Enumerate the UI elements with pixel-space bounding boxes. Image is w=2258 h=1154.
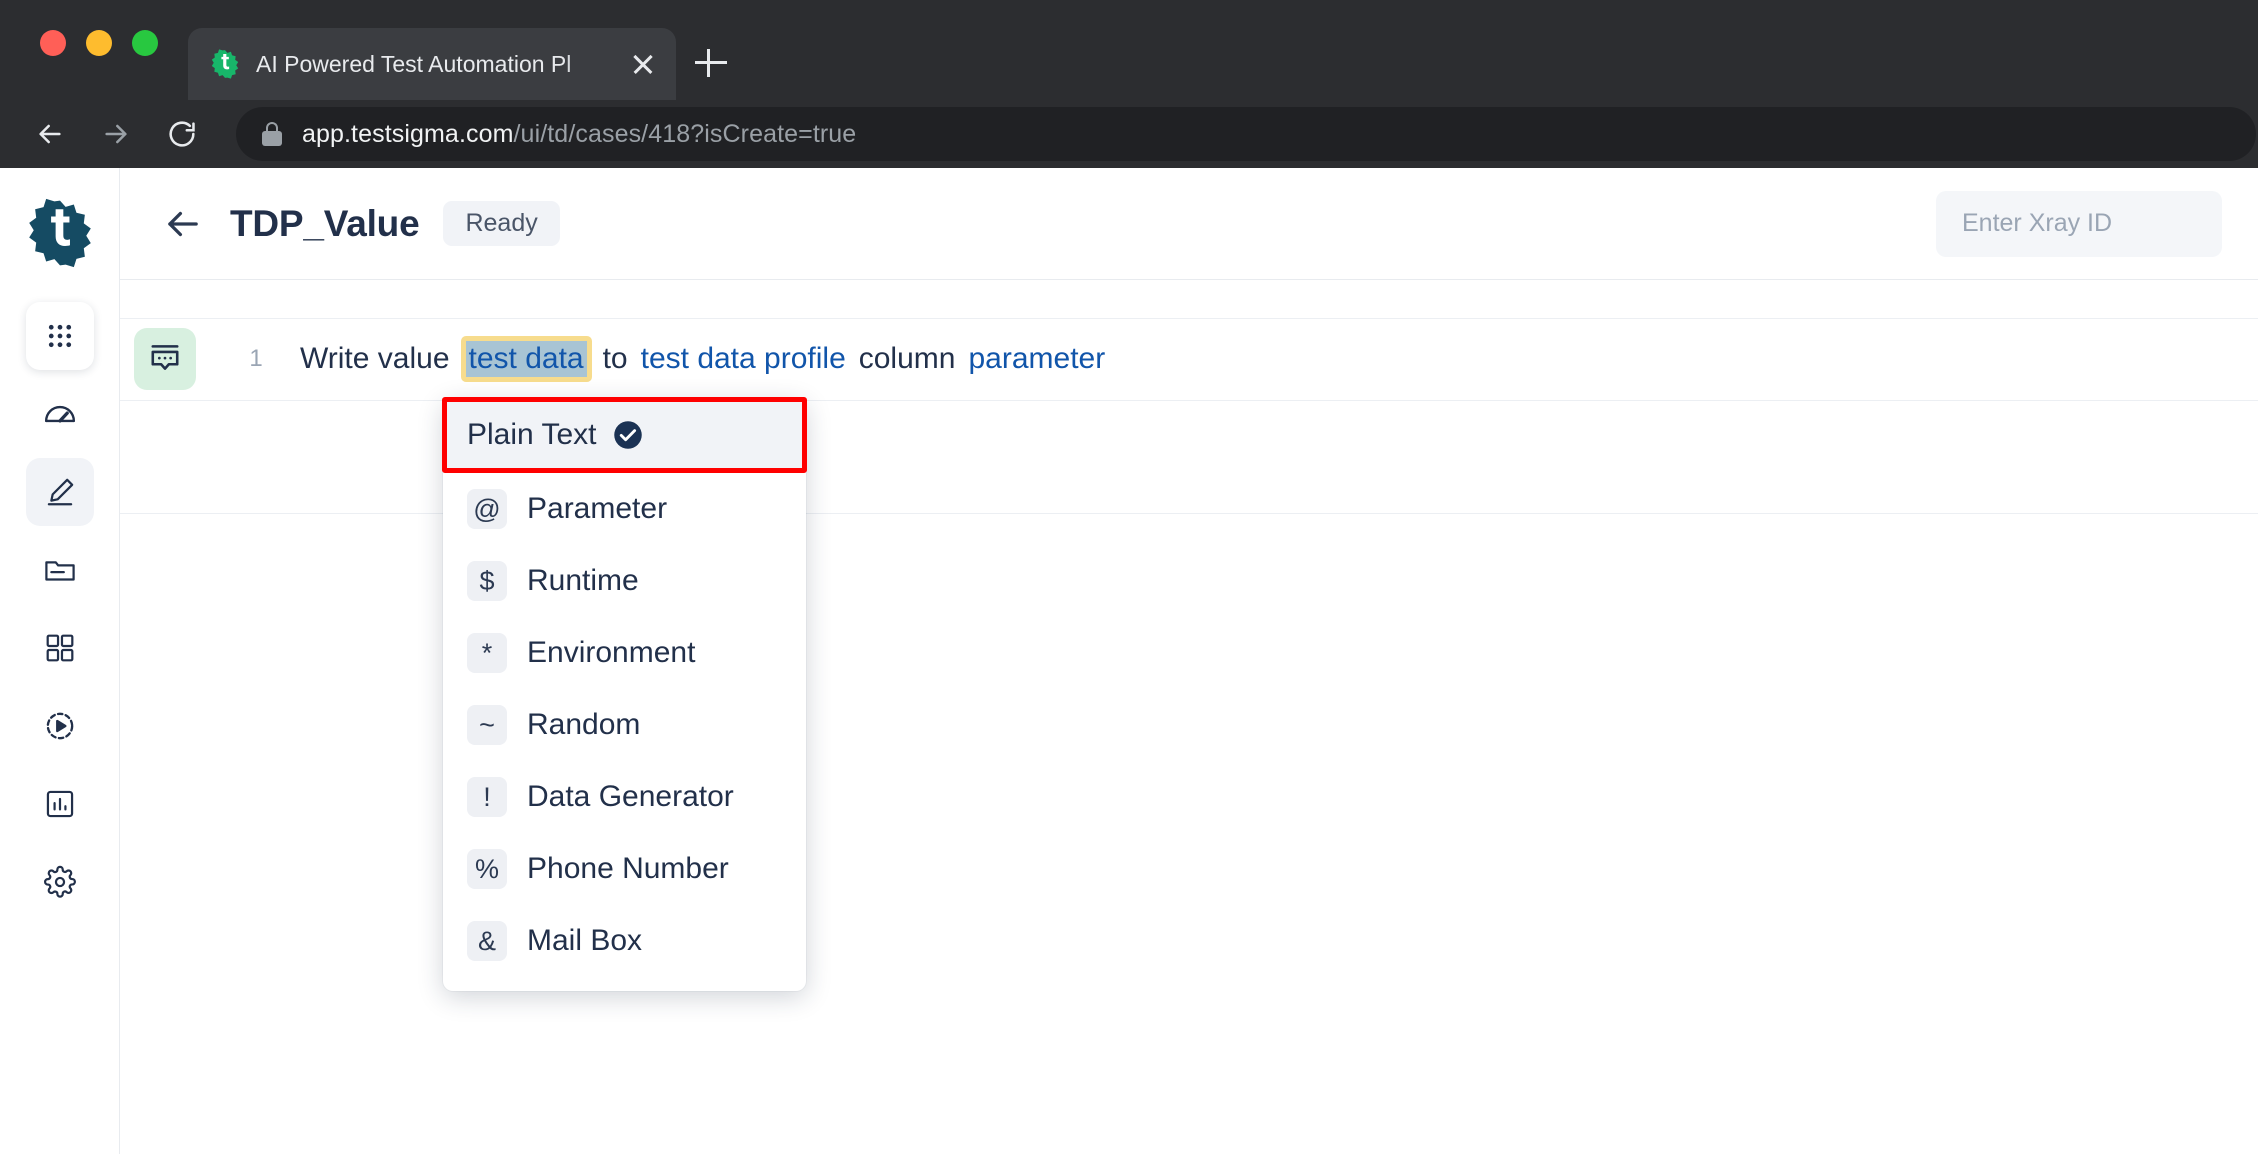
- dropdown-option-label: Plain Text: [467, 418, 597, 451]
- dropdown-option-label: Environment: [527, 636, 696, 669]
- dropdown-option-runtime[interactable]: $ Runtime: [443, 545, 806, 617]
- page-header: TDP_Value Ready: [120, 168, 2258, 280]
- ampersand-symbol-icon: &: [467, 921, 507, 961]
- back-navigation-icon[interactable]: [22, 106, 78, 162]
- window-traffic-lights: [40, 30, 158, 56]
- squares-icon: [44, 632, 76, 664]
- apps-grid-icon: [45, 321, 75, 351]
- bar-chart-icon: [44, 788, 76, 820]
- browser-chrome: AI Powered Test Automation Pl app.testsi…: [0, 0, 2258, 168]
- left-sidebar: [0, 168, 120, 1154]
- step-divider-middle: [120, 400, 2258, 401]
- lock-icon: [262, 122, 282, 146]
- status-badge: Ready: [443, 201, 560, 246]
- percent-symbol-icon: %: [467, 849, 507, 889]
- pencil-icon: [43, 475, 77, 509]
- browser-tabstrip: AI Powered Test Automation Pl: [0, 0, 2258, 100]
- step-divider-bottom: [120, 513, 2258, 514]
- check-circle-icon: [613, 420, 643, 450]
- dropdown-option-parameter[interactable]: @ Parameter: [443, 473, 806, 545]
- gear-icon: [43, 865, 77, 899]
- sidebar-item-apps-grid[interactable]: [25, 302, 94, 370]
- browser-tab[interactable]: AI Powered Test Automation Pl: [188, 28, 676, 100]
- play-circle-icon: [43, 709, 77, 743]
- url-host: app.testsigma.com: [302, 119, 514, 148]
- new-tab-button[interactable]: [692, 44, 730, 82]
- selected-option-highlight-annotation: Plain Text: [442, 397, 807, 473]
- maximize-window-button[interactable]: [132, 30, 158, 56]
- address-bar-url: app.testsigma.com/ui/td/cases/418?isCrea…: [302, 120, 856, 149]
- dropdown-option-label: Random: [527, 708, 641, 741]
- browser-toolbar: app.testsigma.com/ui/td/cases/418?isCrea…: [0, 100, 2258, 168]
- testsigma-logo[interactable]: [25, 198, 95, 268]
- minimize-window-button[interactable]: [86, 30, 112, 56]
- step-index: 1: [249, 345, 263, 372]
- url-path: /ui/td/cases/418?isCreate=true: [513, 119, 857, 148]
- main-content: TDP_Value Ready 1: [120, 168, 2258, 1154]
- step-natural-language-text: Write value test data to test data profi…: [300, 336, 1105, 382]
- test-steps-area: 1 Write value test data to test data pro…: [120, 280, 2258, 1154]
- forward-navigation-icon[interactable]: [88, 106, 144, 162]
- step-token-column: column: [858, 342, 956, 375]
- at-symbol-icon: @: [467, 489, 507, 529]
- dropdown-option-phone-number[interactable]: % Phone Number: [443, 833, 806, 905]
- reload-icon[interactable]: [154, 106, 210, 162]
- xray-id-input[interactable]: [1936, 190, 2222, 257]
- dropdown-option-label: Phone Number: [527, 852, 729, 885]
- dropdown-option-data-generator[interactable]: ! Data Generator: [443, 761, 806, 833]
- test-step-row[interactable]: 1 Write value test data to test data pro…: [120, 318, 2258, 400]
- step-token-test-data-profile[interactable]: test data profile: [641, 342, 846, 376]
- close-tab-icon[interactable]: [628, 49, 658, 79]
- dropdown-option-mail-box[interactable]: & Mail Box: [443, 905, 806, 977]
- asterisk-symbol-icon: *: [467, 633, 507, 673]
- natural-language-step-icon: [134, 328, 196, 390]
- application-window: TDP_Value Ready 1: [0, 168, 2258, 1154]
- exclamation-symbol-icon: !: [467, 777, 507, 817]
- step-token-parameter[interactable]: parameter: [968, 342, 1105, 376]
- test-data-type-dropdown: Plain Text @ Parameter $ Runtime * Envir…: [442, 397, 807, 991]
- browser-tab-title: AI Powered Test Automation Pl: [256, 50, 572, 77]
- dollar-symbol-icon: $: [467, 561, 507, 601]
- sidebar-item-test-data[interactable]: [26, 536, 94, 604]
- step-token-test-data[interactable]: test data: [460, 336, 592, 382]
- sidebar-item-settings[interactable]: [26, 848, 94, 916]
- page-title: TDP_Value: [230, 202, 420, 244]
- speedometer-icon: [42, 396, 78, 432]
- sidebar-item-test-suites[interactable]: [26, 614, 94, 682]
- sidebar-item-dashboard[interactable]: [26, 380, 94, 448]
- sidebar-item-test-cases[interactable]: [25, 458, 94, 526]
- dropdown-option-label: Data Generator: [527, 780, 734, 813]
- dropdown-option-environment[interactable]: * Environment: [443, 617, 806, 689]
- close-window-button[interactable]: [40, 30, 66, 56]
- step-token-to: to: [602, 342, 628, 375]
- address-bar[interactable]: app.testsigma.com/ui/td/cases/418?isCrea…: [236, 107, 2256, 161]
- testsigma-favicon: [210, 49, 240, 79]
- sidebar-item-reports[interactable]: [26, 770, 94, 838]
- back-arrow-icon[interactable]: [156, 197, 210, 251]
- step-token-write-value: Write value: [300, 342, 450, 375]
- sidebar-item-test-plans[interactable]: [26, 692, 94, 760]
- dropdown-option-plain-text[interactable]: Plain Text: [447, 402, 802, 468]
- folder-icon: [43, 553, 77, 587]
- dropdown-option-label: Mail Box: [527, 924, 643, 957]
- dropdown-option-label: Runtime: [527, 564, 639, 597]
- dropdown-option-label: Parameter: [527, 492, 668, 525]
- tilde-symbol-icon: ~: [467, 705, 507, 745]
- dropdown-option-random[interactable]: ~ Random: [443, 689, 806, 761]
